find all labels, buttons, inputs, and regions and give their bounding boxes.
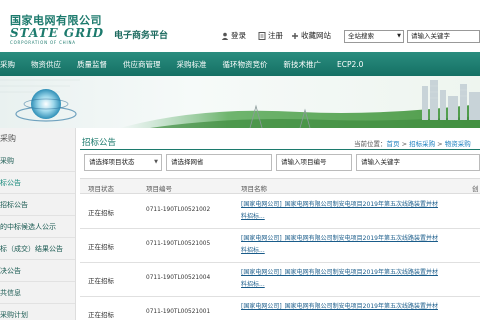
project-status-value: 请选择项目状态 bbox=[89, 158, 135, 166]
row-number: 0711-190TL00521001 bbox=[146, 309, 211, 315]
row-status: 正在招标 bbox=[88, 311, 114, 319]
col-status: 项目状态 bbox=[88, 185, 114, 193]
row-number: 0711-190TL00521005 bbox=[146, 241, 211, 247]
platform-title: 电子商务平台 bbox=[114, 31, 169, 41]
sidebar: 采购 采购 标公告 招标公告 的中标候选人公示 标（成交）结果公告 决公告 共信… bbox=[0, 128, 76, 320]
table-row: 正在招标 0711-190TL00521002 [国家电网公司]_国家电网有限公… bbox=[80, 195, 480, 229]
row-name-line2: 料招标... bbox=[241, 247, 265, 254]
breadcrumb-prefix: 当前位置： bbox=[354, 140, 387, 148]
breadcrumb-home[interactable]: 首页 bbox=[387, 140, 400, 148]
project-no-input[interactable]: 请输入项目编号 bbox=[276, 154, 352, 171]
sidebar-item-bid-notice[interactable]: 招标公告 bbox=[0, 194, 75, 216]
row-status: 正在招标 bbox=[88, 243, 114, 251]
sidebar-item-result-notice[interactable]: 标（成交）结果公告 bbox=[0, 238, 75, 260]
project-status-select[interactable]: 请选择项目状态 ▼ bbox=[84, 154, 162, 171]
nav-item-material-supply[interactable]: 物资供应 bbox=[23, 59, 69, 70]
col-name: 项目名称 bbox=[241, 185, 267, 193]
plus-icon bbox=[292, 32, 298, 39]
breadcrumb-material[interactable]: 物资采购 bbox=[445, 140, 471, 148]
sidebar-item-public-info[interactable]: 共信息 bbox=[0, 282, 75, 304]
nav-item-standards[interactable]: 采购标准 bbox=[169, 59, 215, 70]
nav-item-ecp2[interactable]: ECP2.0 bbox=[329, 60, 371, 69]
search-scope-value: 全站搜索 bbox=[348, 32, 374, 40]
sidebar-item-decision-notice[interactable]: 决公告 bbox=[0, 260, 75, 282]
company-logo-en[interactable]: STATE GRID bbox=[10, 26, 104, 40]
province-select[interactable]: 请选择网省 bbox=[166, 154, 272, 171]
user-icon bbox=[221, 32, 229, 40]
search-scope-select[interactable]: 全站搜索 ▼ bbox=[344, 30, 404, 43]
sidebar-item-purchase-plan[interactable]: 采购计划 bbox=[0, 304, 75, 320]
row-number: 0711-190TL00521002 bbox=[146, 207, 211, 213]
favorite-link[interactable]: 收藏网站 bbox=[291, 30, 331, 41]
register-link[interactable]: 注册 bbox=[258, 30, 283, 41]
main-nav: 采购 物资供应 质量监督 供应商管理 采购标准 循环物资竞价 新技术推广 ECP… bbox=[0, 52, 480, 76]
breadcrumb-bidding[interactable]: 招标采购 bbox=[409, 140, 435, 148]
register-icon bbox=[258, 31, 266, 40]
site-search-input[interactable]: 请输入关键字 bbox=[407, 30, 480, 43]
col-number: 项目编号 bbox=[146, 185, 172, 193]
row-status: 正在招标 bbox=[88, 209, 114, 217]
table-row: 正在招标 0711-190TL00521005 [国家电网公司]_国家电网有限公… bbox=[80, 229, 480, 263]
row-name-line1: [国家电网公司]_国家电网有限公司制安电项目2019年第五次线路装置并材 bbox=[241, 235, 438, 242]
banner-image bbox=[0, 76, 480, 128]
sidebar-title: 采购 bbox=[0, 134, 16, 143]
row-name-link[interactable]: [国家电网公司]_国家电网有限公司制安电项目2019年第五次线路装置并材 料招标… bbox=[241, 233, 473, 257]
company-corp-en: CORPORATION OF CHINA bbox=[10, 40, 76, 45]
table-header: 项目状态 项目编号 项目名称 创 bbox=[80, 178, 480, 194]
table-row: 正在招标 0711-190TL00521001 [国家电网公司]_国家电网有限公… bbox=[80, 297, 480, 320]
sidebar-item-bid-notice-active[interactable]: 标公告 bbox=[0, 172, 75, 194]
nav-item-purchase[interactable]: 采购 bbox=[0, 59, 23, 70]
row-name-link[interactable]: [国家电网公司]_国家电网有限公司制安电项目2019年第五次线路装置并材 料招标… bbox=[241, 267, 473, 291]
nav-item-quality[interactable]: 质量监督 bbox=[69, 59, 115, 70]
sidebar-item-purchase[interactable]: 采购 bbox=[0, 150, 75, 172]
breadcrumb-separator: > bbox=[399, 140, 410, 148]
login-link[interactable]: 登录 bbox=[221, 30, 246, 41]
favorite-label: 收藏网站 bbox=[301, 31, 331, 40]
col-extra: 创 bbox=[472, 185, 479, 193]
keyword-input[interactable]: 请输入关键字 bbox=[356, 154, 480, 171]
main-content: 招标公告 当前位置：首页 > 招标采购 > 物资采购 请选择项目状态 ▼ 请选择… bbox=[80, 128, 480, 320]
nav-item-supplier[interactable]: 供应商管理 bbox=[115, 59, 169, 70]
row-number: 0711-190TL00521004 bbox=[146, 275, 211, 281]
register-label: 注册 bbox=[268, 31, 283, 40]
login-label: 登录 bbox=[231, 31, 246, 40]
banner-graphic bbox=[0, 79, 480, 128]
row-status: 正在招标 bbox=[88, 277, 114, 285]
row-name-link[interactable]: [国家电网公司]_国家电网有限公司制安电项目2019年第五次线路装置并材 bbox=[241, 301, 473, 313]
row-name-line1: [国家电网公司]_国家电网有限公司制安电项目2019年第五次线路装置并材 bbox=[241, 303, 438, 310]
chevron-down-icon: ▼ bbox=[397, 33, 401, 39]
row-name-line1: [国家电网公司]_国家电网有限公司制安电项目2019年第五次线路装置并材 bbox=[241, 269, 438, 276]
breadcrumb: 当前位置：首页 > 招标采购 > 物资采购 bbox=[354, 138, 471, 148]
row-name-line2: 料招标... bbox=[241, 213, 265, 220]
row-name-line2: 料招标... bbox=[241, 281, 265, 288]
sidebar-item-candidate-publicity[interactable]: 的中标候选人公示 bbox=[0, 216, 75, 238]
row-name-link[interactable]: [国家电网公司]_国家电网有限公司制安电项目2019年第五次线路装置并材 料招标… bbox=[241, 199, 473, 223]
nav-item-bidding[interactable]: 循环物资竞价 bbox=[215, 59, 276, 70]
nav-item-new-tech[interactable]: 新技术推广 bbox=[276, 59, 330, 70]
table-row: 正在招标 0711-190TL00521004 [国家电网公司]_国家电网有限公… bbox=[80, 263, 480, 297]
page-title: 招标公告 bbox=[82, 138, 117, 148]
chevron-down-icon: ▼ bbox=[154, 159, 158, 165]
row-name-line1: [国家电网公司]_国家电网有限公司制安电项目2019年第五次线路装置并材 bbox=[241, 201, 438, 208]
breadcrumb-separator: > bbox=[435, 140, 445, 148]
top-header: 国家电网有限公司 STATE GRID CORPORATION OF CHINA… bbox=[0, 0, 480, 52]
section-header: 招标公告 当前位置：首页 > 招标采购 > 物资采购 bbox=[80, 134, 480, 150]
